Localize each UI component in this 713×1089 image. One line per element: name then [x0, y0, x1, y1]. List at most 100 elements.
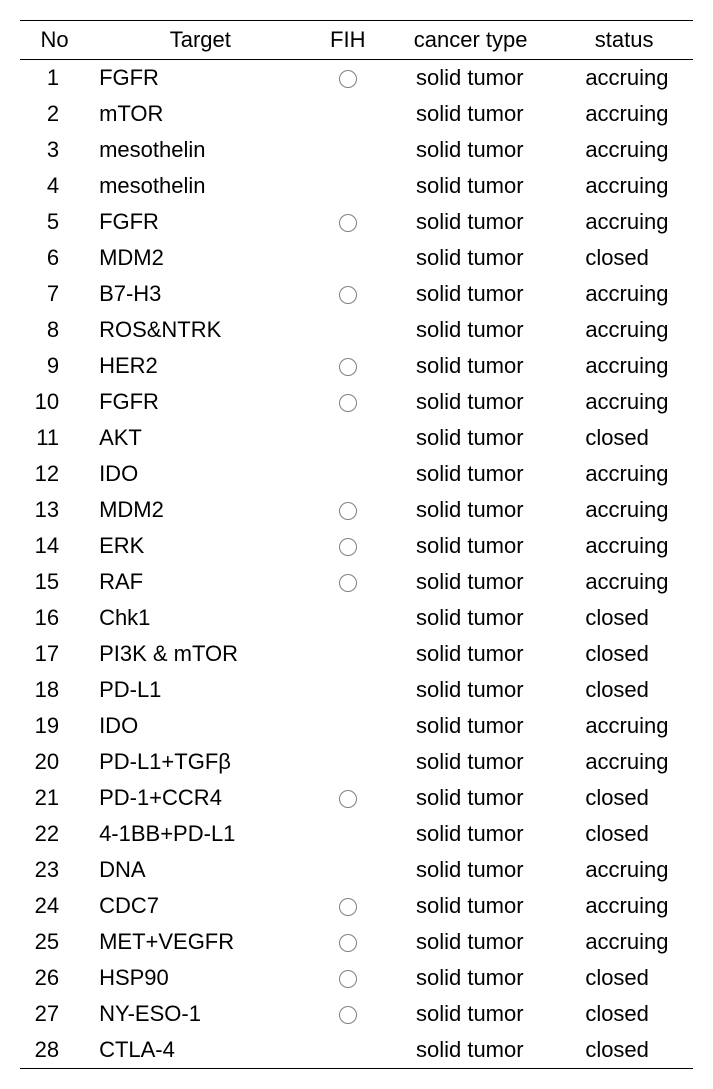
- header-status: status: [555, 21, 693, 60]
- cell-cancer-type: solid tumor: [386, 312, 555, 348]
- cell-cancer-type: solid tumor: [386, 60, 555, 97]
- cell-fih: [310, 816, 386, 852]
- circle-icon: [339, 358, 357, 376]
- cell-no: 6: [20, 240, 89, 276]
- cell-status: accruing: [555, 708, 693, 744]
- cell-cancer-type: solid tumor: [386, 528, 555, 564]
- cell-fih: [310, 780, 386, 816]
- header-target: Target: [89, 21, 309, 60]
- cell-fih: [310, 132, 386, 168]
- circle-icon: [339, 502, 357, 520]
- cell-status: closed: [555, 240, 693, 276]
- header-no: No: [20, 21, 89, 60]
- cell-status: accruing: [555, 456, 693, 492]
- cell-status: accruing: [555, 852, 693, 888]
- cell-target: MDM2: [89, 240, 309, 276]
- cell-no: 8: [20, 312, 89, 348]
- cell-target: FGFR: [89, 384, 309, 420]
- cell-status: closed: [555, 816, 693, 852]
- cell-fih: [310, 600, 386, 636]
- table-header-row: No Target FIH cancer type status: [20, 21, 693, 60]
- cell-target: PI3K & mTOR: [89, 636, 309, 672]
- cell-no: 7: [20, 276, 89, 312]
- cell-no: 26: [20, 960, 89, 996]
- cell-target: FGFR: [89, 60, 309, 97]
- table-row: 8ROS&NTRK solid tumoraccruing: [20, 312, 693, 348]
- cell-cancer-type: solid tumor: [386, 240, 555, 276]
- circle-icon: [339, 1006, 357, 1024]
- cell-no: 27: [20, 996, 89, 1032]
- cell-status: accruing: [555, 888, 693, 924]
- cell-target: mesothelin: [89, 168, 309, 204]
- cell-target: IDO: [89, 708, 309, 744]
- circle-icon: [339, 898, 357, 916]
- cell-cancer-type: solid tumor: [386, 168, 555, 204]
- table-row: 3mesothelinsolid tumoraccruing: [20, 132, 693, 168]
- cell-status: closed: [555, 600, 693, 636]
- cell-cancer-type: solid tumor: [386, 996, 555, 1032]
- circle-icon: [339, 970, 357, 988]
- cell-cancer-type: solid tumor: [386, 1032, 555, 1069]
- table-row: 21PD-1+CCR4solid tumorclosed: [20, 780, 693, 816]
- cell-status: accruing: [555, 492, 693, 528]
- cell-fih: [310, 852, 386, 888]
- table-row: 24CDC7solid tumoraccruing: [20, 888, 693, 924]
- cell-status: accruing: [555, 60, 693, 97]
- cell-target: DNA: [89, 852, 309, 888]
- cell-fih: [310, 528, 386, 564]
- cell-no: 23: [20, 852, 89, 888]
- cell-cancer-type: solid tumor: [386, 744, 555, 780]
- cell-status: accruing: [555, 312, 693, 348]
- cell-cancer-type: solid tumor: [386, 492, 555, 528]
- cell-no: 28: [20, 1032, 89, 1069]
- cell-cancer-type: solid tumor: [386, 384, 555, 420]
- cell-no: 10: [20, 384, 89, 420]
- cell-fih: [310, 204, 386, 240]
- cell-no: 22: [20, 816, 89, 852]
- cell-fih: [310, 708, 386, 744]
- table-row: 12IDOsolid tumoraccruing: [20, 456, 693, 492]
- cell-fih: [310, 924, 386, 960]
- cell-fih: [310, 456, 386, 492]
- table-row: 2mTORsolid tumoraccruing: [20, 96, 693, 132]
- cell-status: closed: [555, 1032, 693, 1069]
- cell-target: PD-L1: [89, 672, 309, 708]
- table-row: 11AKTsolid tumorclosed: [20, 420, 693, 456]
- cell-cancer-type: solid tumor: [386, 672, 555, 708]
- cell-no: 4: [20, 168, 89, 204]
- cell-target: B7-H3: [89, 276, 309, 312]
- cell-fih: [310, 744, 386, 780]
- cell-target: IDO: [89, 456, 309, 492]
- circle-icon: [339, 538, 357, 556]
- cell-no: 9: [20, 348, 89, 384]
- header-cancer-type: cancer type: [386, 21, 555, 60]
- cell-cancer-type: solid tumor: [386, 708, 555, 744]
- cell-fih: [310, 636, 386, 672]
- cell-no: 24: [20, 888, 89, 924]
- table-row: 6MDM2 solid tumorclosed: [20, 240, 693, 276]
- circle-icon: [339, 70, 357, 88]
- cell-no: 15: [20, 564, 89, 600]
- cell-status: accruing: [555, 384, 693, 420]
- cell-cancer-type: solid tumor: [386, 132, 555, 168]
- circle-icon: [339, 574, 357, 592]
- cell-status: accruing: [555, 564, 693, 600]
- circle-icon: [339, 214, 357, 232]
- table-row: 26HSP90solid tumorclosed: [20, 960, 693, 996]
- cell-status: closed: [555, 672, 693, 708]
- cell-target: ROS&NTRK: [89, 312, 309, 348]
- cell-fih: [310, 96, 386, 132]
- table-row: 19IDOsolid tumoraccruing: [20, 708, 693, 744]
- table-row: 20PD-L1+TGFβsolid tumoraccruing: [20, 744, 693, 780]
- table-row: 7B7-H3solid tumoraccruing: [20, 276, 693, 312]
- cell-status: accruing: [555, 744, 693, 780]
- cell-cancer-type: solid tumor: [386, 276, 555, 312]
- cell-status: closed: [555, 636, 693, 672]
- cell-cancer-type: solid tumor: [386, 600, 555, 636]
- table-row: 25MET+VEGFRsolid tumoraccruing: [20, 924, 693, 960]
- cell-fih: [310, 384, 386, 420]
- cell-cancer-type: solid tumor: [386, 816, 555, 852]
- cell-target: CTLA-4: [89, 1032, 309, 1069]
- table-row: 5FGFRsolid tumoraccruing: [20, 204, 693, 240]
- cell-target: PD-L1+TGFβ: [89, 744, 309, 780]
